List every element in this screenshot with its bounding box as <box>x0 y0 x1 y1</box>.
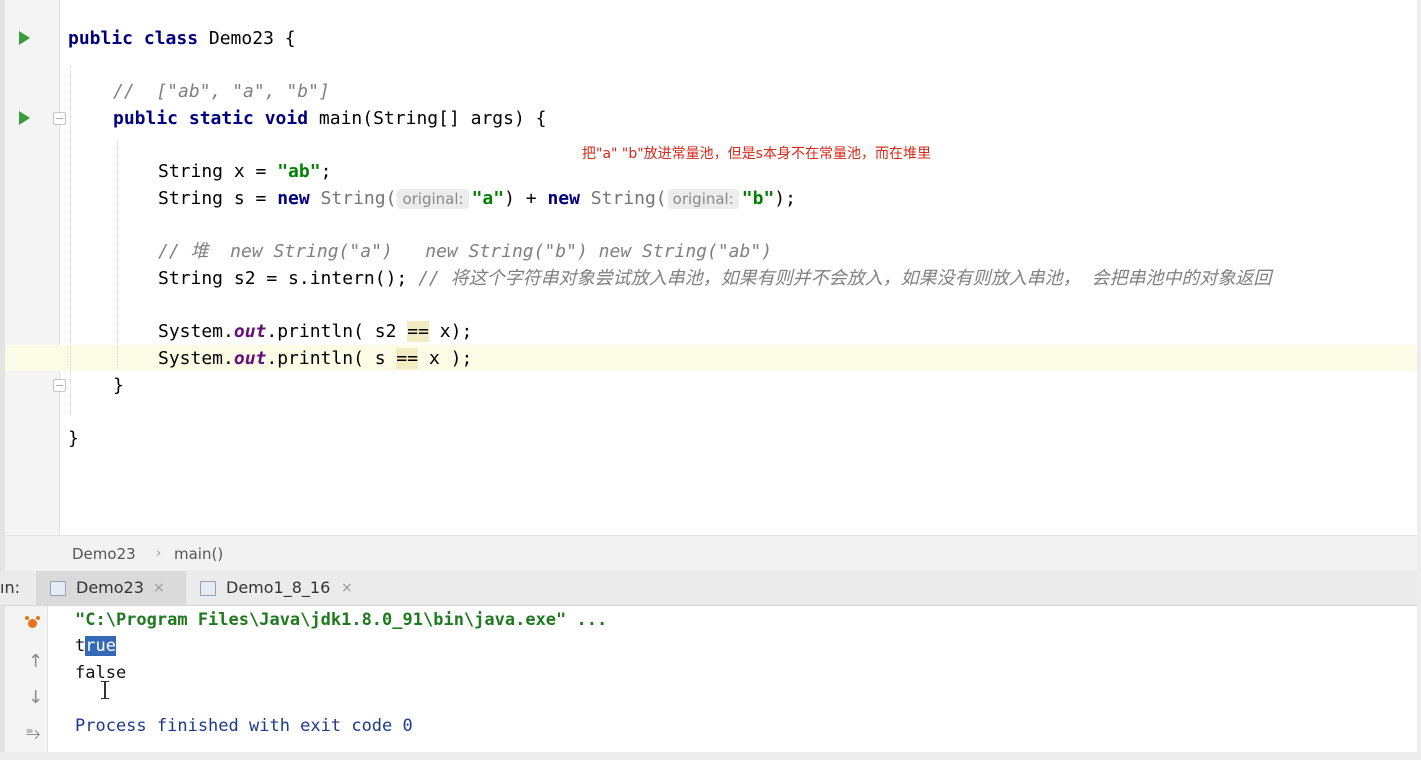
console-tab-icon <box>200 581 216 596</box>
run-tool-window-header: ın: Demo23 × Demo1_8_16 × <box>0 571 1417 606</box>
tab-close-icon[interactable]: × <box>153 571 165 605</box>
run-class-icon[interactable] <box>19 31 30 45</box>
code-line-x-decl: String x = "ab"; <box>158 161 332 182</box>
console-exit-message: Process finished with exit code 0 <box>75 716 413 736</box>
console-command-line: "C:\Program Files\Java\jdk1.8.0_91\bin\j… <box>75 610 608 630</box>
console-output-true: true <box>75 636 116 656</box>
text-cursor-icon <box>101 681 109 699</box>
bug-icon[interactable] <box>25 616 40 630</box>
breadcrumb: Demo23 › main() <box>5 535 1417 572</box>
arrow-down-icon[interactable]: ↓ <box>28 687 43 708</box>
code-line-class: public class Demo23 { <box>68 28 296 49</box>
breadcrumb-separator: › <box>156 546 162 561</box>
fold-method-icon[interactable] <box>53 112 66 125</box>
fold-method-end-icon[interactable] <box>53 379 66 392</box>
text-selection: rue <box>85 636 116 656</box>
code-line-println-1: System.out.println( s2 == x); <box>158 321 473 342</box>
tab-close-icon[interactable]: × <box>341 571 353 605</box>
console-tab-icon <box>50 581 66 596</box>
param-hint: original: <box>397 189 469 209</box>
code-line-comment-top: // ["ab", "a", "b"] <box>113 81 330 102</box>
run-label: ın: <box>0 578 20 597</box>
arrow-up-icon[interactable]: ↑ <box>28 651 43 672</box>
code-line-main: public static void main(String[] args) { <box>113 108 547 129</box>
tab-label: Demo23 <box>76 578 144 597</box>
red-annotation: 把"a" "b"放进常量池，但是s本身不在常量池，而在堆里 <box>582 146 931 162</box>
breadcrumb-item-class[interactable]: Demo23 <box>72 536 136 572</box>
breadcrumb-item-method[interactable]: main() <box>174 536 223 572</box>
editor-gutter <box>5 0 60 535</box>
code-line-close-class: } <box>68 428 79 449</box>
code-line-comment-heap: // 堆 new String("a") new String("b") new… <box>158 241 773 262</box>
window-right-edge <box>1417 0 1421 760</box>
tab-demo23[interactable]: Demo23 × <box>36 571 186 605</box>
code-line-s-decl: String s = new String(original: "a") + ne… <box>158 188 796 209</box>
soft-wrap-icon[interactable]: ⥱ <box>26 723 40 744</box>
window-bottom-edge <box>0 752 1421 760</box>
code-line-close-main: } <box>113 375 124 396</box>
param-hint: original: <box>667 189 739 209</box>
indent-guide <box>117 140 118 370</box>
tab-label: Demo1_8_16 <box>226 578 331 597</box>
run-main-icon[interactable] <box>19 111 30 125</box>
code-line-s2-decl: String s2 = s.intern(); // 将这个字符串对象尝试放入串… <box>158 268 1272 289</box>
console-output-false: false <box>75 663 127 683</box>
indent-guide <box>70 66 71 416</box>
tab-demo1-8-16[interactable]: Demo1_8_16 × <box>186 571 366 605</box>
code-line-println-2: System.out.println( s == x ); <box>158 348 473 369</box>
